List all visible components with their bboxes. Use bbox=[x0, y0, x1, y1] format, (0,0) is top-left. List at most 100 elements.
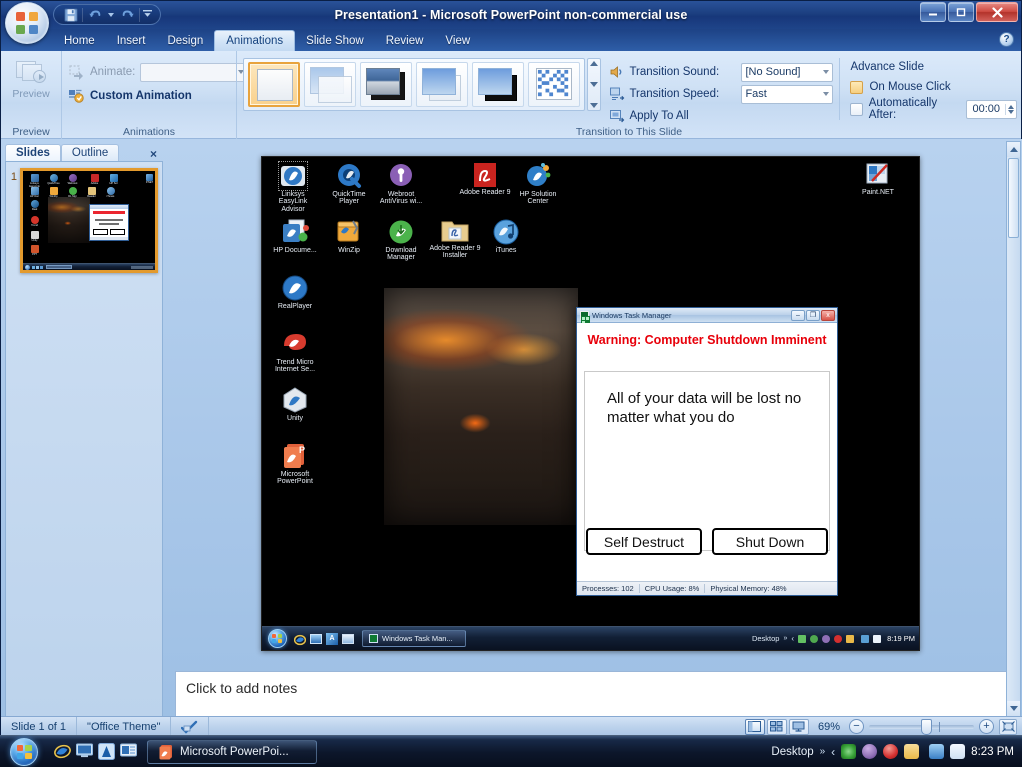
desktop-icon-quicktime-player[interactable]: QuickTime Player bbox=[324, 162, 374, 206]
spellcheck-icon[interactable] bbox=[171, 717, 210, 736]
zoom-level[interactable]: 69% bbox=[814, 721, 844, 733]
scroll-down-button[interactable] bbox=[1007, 701, 1020, 716]
tray-icon[interactable] bbox=[822, 634, 831, 643]
apply-to-all-button[interactable]: Apply To All bbox=[609, 105, 833, 127]
slide-area-scrollbar[interactable] bbox=[1006, 141, 1021, 717]
preview-button[interactable]: Preview bbox=[5, 58, 57, 100]
animate-dropdown[interactable] bbox=[140, 62, 249, 82]
media-icon[interactable] bbox=[120, 743, 137, 760]
custom-animation-row[interactable]: Custom Animation bbox=[66, 84, 192, 108]
volume-tray-icon[interactable] bbox=[950, 744, 966, 759]
scrollbar-thumb[interactable] bbox=[1008, 158, 1019, 238]
desktop-icon-trend-micro[interactable]: Trend Micro Internet Se... bbox=[266, 330, 324, 374]
theme-indicator[interactable]: "Office Theme" bbox=[77, 717, 172, 736]
transition-thumb-cut-through-black[interactable] bbox=[360, 62, 412, 107]
automatically-after-row[interactable]: Automatically After: 00:00 bbox=[850, 97, 1017, 121]
tray-icon[interactable] bbox=[834, 634, 843, 643]
stepper-up-icon[interactable] bbox=[1008, 104, 1014, 109]
tab-outline[interactable]: Outline bbox=[60, 144, 120, 161]
desktop-icon-realplayer[interactable]: RealPlayer bbox=[270, 274, 320, 310]
fit-slide-to-window-button[interactable] bbox=[999, 718, 1017, 735]
scroll-up-button[interactable] bbox=[1007, 142, 1020, 157]
office-button[interactable] bbox=[5, 2, 49, 44]
normal-view-button[interactable] bbox=[744, 718, 765, 735]
minimize-button[interactable] bbox=[920, 2, 946, 22]
task-manager-dialog[interactable]: Windows Task Manager – ❐ x Warning: Comp… bbox=[576, 307, 838, 596]
user-tray-icon[interactable] bbox=[862, 744, 878, 759]
tray-desktop-label[interactable]: Desktop bbox=[771, 746, 813, 758]
transition-thumb-dissolve[interactable] bbox=[528, 62, 580, 107]
screenshot-tray-expand-icon[interactable]: ‹ bbox=[791, 634, 794, 643]
tray-icon[interactable] bbox=[810, 634, 819, 643]
tab-review[interactable]: Review bbox=[375, 30, 435, 51]
restore-button[interactable] bbox=[948, 2, 974, 22]
taskbar-button-powerpoint[interactable]: Microsoft PowerPoi... bbox=[147, 739, 317, 764]
desktop-icon-winzip[interactable]: WinZip bbox=[324, 218, 374, 254]
tray-expand-icon[interactable]: ‹ bbox=[831, 745, 835, 759]
desktop-icon-linksys-easylink-advisor[interactable]: Linksys EasyLink Advisor bbox=[268, 161, 318, 213]
notes-pane[interactable]: Click to add notes bbox=[175, 671, 1011, 717]
task-manager-minimize-button[interactable]: – bbox=[791, 309, 805, 321]
transition-gallery[interactable] bbox=[243, 58, 585, 111]
tray-icon[interactable] bbox=[846, 634, 855, 643]
tab-home[interactable]: Home bbox=[53, 30, 106, 51]
desktop-icon-webroot-antivirus[interactable]: Webroot AntiVirus wi... bbox=[374, 162, 428, 206]
gallery-scroll-up-icon[interactable] bbox=[590, 61, 599, 66]
stepper-down-icon[interactable] bbox=[1008, 109, 1014, 114]
media-icon[interactable] bbox=[342, 633, 354, 644]
gallery-more-icon[interactable] bbox=[590, 103, 599, 108]
desktop-icon-itunes[interactable]: iTunes bbox=[484, 218, 528, 254]
desktop-icon-download-manager[interactable]: Download Manager bbox=[374, 218, 428, 262]
desktop-icon-hp-documentation[interactable]: HP Docume... bbox=[270, 218, 320, 254]
tray-icon[interactable] bbox=[861, 634, 870, 643]
tab-view[interactable]: View bbox=[434, 30, 481, 51]
zoom-slider[interactable] bbox=[869, 718, 974, 735]
desktop-icon-paint-net[interactable]: Paint.NET bbox=[853, 162, 903, 196]
close-pane-icon[interactable]: × bbox=[150, 147, 163, 161]
quick-access-toolbar[interactable] bbox=[53, 4, 161, 25]
screenshot-start-button[interactable] bbox=[266, 629, 288, 649]
network-tray-icon[interactable] bbox=[929, 744, 945, 759]
desktop-icon-unity[interactable]: Unity bbox=[272, 386, 318, 422]
on-mouse-click-row[interactable]: On Mouse Click bbox=[850, 76, 1017, 98]
slide-sorter-view-button[interactable] bbox=[766, 718, 787, 735]
message-tray-icon[interactable] bbox=[904, 744, 920, 759]
redo-icon[interactable] bbox=[118, 6, 137, 23]
slide-thumbnail[interactable]: Linksys EasyLink QuickTime Webroot Adobe… bbox=[20, 168, 158, 273]
desktop-icon-hp-solution-center[interactable]: HP Solution Center bbox=[512, 162, 564, 206]
transition-thumb-fade-through-black[interactable] bbox=[472, 62, 524, 107]
avg-icon[interactable] bbox=[98, 743, 115, 760]
transition-thumb-fade-smoothly[interactable] bbox=[416, 62, 468, 107]
gallery-scroll-buttons[interactable] bbox=[587, 58, 602, 111]
spiral-tray-icon[interactable] bbox=[841, 744, 857, 759]
on-mouse-click-checkbox[interactable] bbox=[850, 80, 864, 94]
shut-down-button[interactable]: Shut Down bbox=[712, 528, 828, 555]
desktop-icon-adobe-reader-9[interactable]: Adobe Reader 9 bbox=[458, 162, 512, 196]
task-manager-close-button[interactable]: x bbox=[821, 309, 835, 321]
automatically-after-stepper[interactable]: 00:00 bbox=[966, 99, 1017, 119]
zoom-in-button[interactable]: + bbox=[979, 719, 994, 734]
slide-indicator[interactable]: Slide 1 of 1 bbox=[1, 717, 78, 736]
slides-list[interactable]: 1 Linksys EasyLink QuickTime Webroot Ado… bbox=[5, 161, 163, 721]
show-desktop-icon[interactable] bbox=[76, 743, 93, 760]
screenshot-tray-chevron-icon[interactable]: » bbox=[783, 635, 787, 642]
internet-explorer-icon[interactable] bbox=[54, 743, 71, 760]
transition-thumb-blinds-fade[interactable] bbox=[304, 62, 356, 107]
desktop-icon-microsoft-powerpoint[interactable]: P Microsoft PowerPoint bbox=[268, 442, 322, 486]
self-destruct-button[interactable]: Self Destruct bbox=[586, 528, 702, 555]
volume-icon[interactable] bbox=[873, 634, 882, 643]
tray-chevron-icon[interactable]: » bbox=[820, 746, 826, 757]
slide-canvas[interactable]: Linksys EasyLink Advisor QuickTime Playe… bbox=[261, 156, 920, 651]
avg-icon[interactable]: A bbox=[326, 632, 338, 645]
taskbar-clock[interactable]: 8:23 PM bbox=[971, 746, 1014, 758]
task-manager-maximize-button[interactable]: ❐ bbox=[806, 309, 820, 321]
transition-speed-dropdown[interactable]: Fast bbox=[741, 84, 834, 104]
internet-explorer-icon[interactable] bbox=[293, 633, 307, 645]
zoom-out-button[interactable]: − bbox=[849, 719, 864, 734]
list-item[interactable]: 1 Linksys EasyLink QuickTime Webroot Ado… bbox=[10, 168, 158, 273]
screenshot-taskbar-task[interactable]: Windows Task Man... bbox=[362, 630, 466, 647]
show-desktop-icon[interactable] bbox=[310, 633, 322, 644]
tab-insert[interactable]: Insert bbox=[106, 30, 157, 51]
start-button[interactable] bbox=[2, 737, 46, 767]
avg-tray-icon[interactable] bbox=[883, 744, 899, 759]
